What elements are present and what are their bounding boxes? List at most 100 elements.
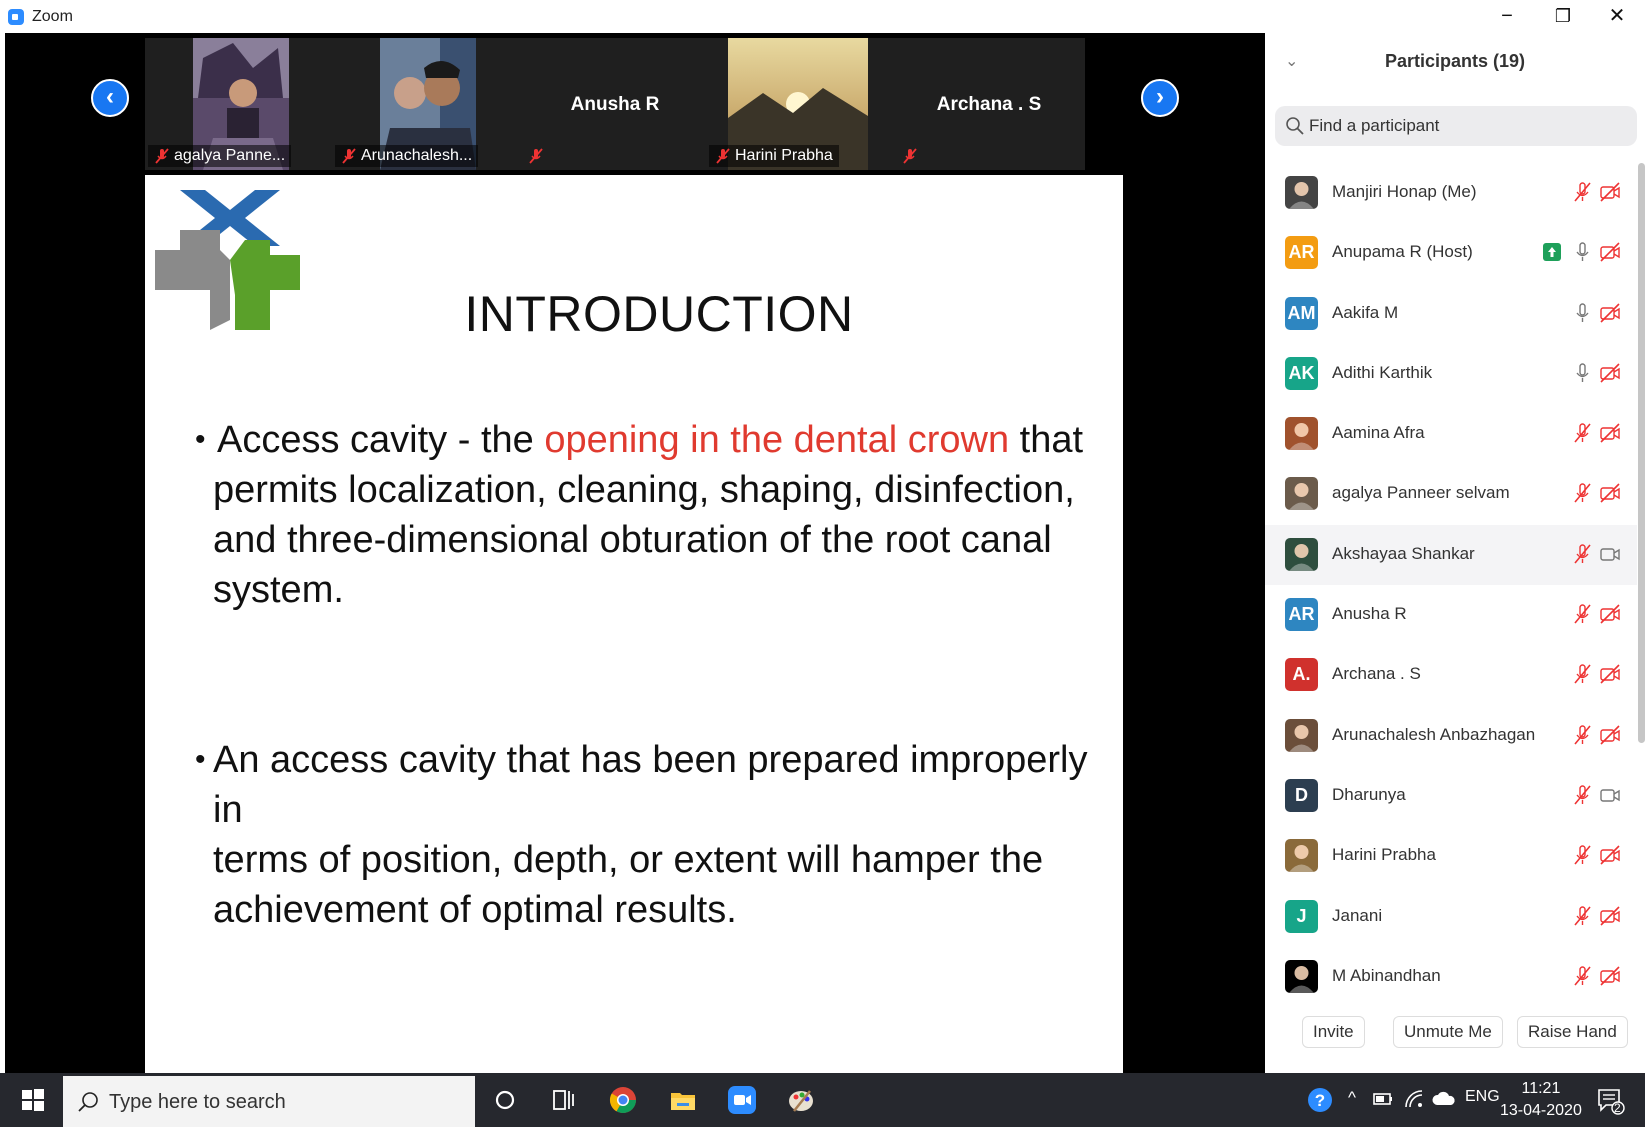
raise-hand-button[interactable]: Raise Hand [1517,1016,1628,1048]
muted-mic-icon [903,148,917,164]
video-off-icon[interactable] [1598,964,1622,988]
mic-icon[interactable] [1570,240,1594,264]
participant-row[interactable]: AR Anusha R [1265,585,1637,645]
participant-row[interactable]: Arunachalesh Anbazhagan [1265,706,1637,766]
zoom-taskbar-icon[interactable] [727,1085,757,1115]
muted-mic-icon[interactable] [1570,602,1594,626]
participant-avatar [1285,537,1318,571]
video-off-icon[interactable] [1598,180,1622,204]
participant-row[interactable]: AM Aakifa M [1265,284,1637,344]
taskbar-clock[interactable]: 11:21 13-04-2020 [1500,1078,1582,1122]
participant-row[interactable]: AK Adithi Karthik [1265,344,1637,404]
show-hidden-icons-chevron[interactable]: ^ [1348,1088,1356,1108]
action-center-icon[interactable] [1596,1086,1626,1116]
cortana-icon[interactable] [490,1085,520,1115]
slide-bullet-2: • An access cavity that has been prepare… [195,739,1088,931]
onedrive-cloud-icon[interactable] [1432,1089,1456,1109]
prev-videos-arrow-icon[interactable]: ‹ [91,79,129,117]
participant-name: Archana . S [1332,664,1421,684]
video-off-icon[interactable] [1598,421,1622,445]
participant-name: agalya Panneer selvam [1332,483,1510,503]
windows-start-icon[interactable] [22,1089,44,1111]
participant-avatar [1285,959,1318,993]
participant-row[interactable]: Akshayaa Shankar [1265,524,1637,586]
participant-name-tag [896,145,922,167]
muted-mic-icon [342,148,356,164]
restore-button[interactable]: ❐ [1540,2,1586,30]
video-off-icon[interactable] [1598,361,1622,385]
help-tray-icon[interactable]: ? [1306,1086,1334,1114]
taskbar-search [63,1076,475,1127]
participant-row[interactable]: Aamina Afra [1265,404,1637,464]
participant-avatar [1285,718,1318,752]
taskbar-search-input[interactable] [109,1086,459,1118]
participant-row[interactable]: AR Anupama R (Host) [1265,223,1637,283]
minimize-button[interactable]: − [1484,2,1530,30]
task-view-icon[interactable] [548,1085,578,1115]
participant-search-input[interactable] [1309,111,1619,141]
video-tile[interactable]: Archana . S [893,38,1085,170]
participant-name: Harini Prabha [1332,845,1436,865]
chrome-icon[interactable] [608,1085,638,1115]
participant-row[interactable]: A. Archana . S [1265,645,1637,705]
muted-mic-icon[interactable] [1570,180,1594,204]
invite-button[interactable]: Invite [1302,1016,1365,1048]
video-off-icon[interactable] [1598,301,1622,325]
participant-name: Anusha R [570,94,660,115]
video-off-icon[interactable] [1598,723,1622,747]
wifi-icon[interactable] [1403,1088,1425,1110]
muted-mic-icon[interactable] [1570,481,1594,505]
participant-name: Archana . S [936,94,1042,115]
muted-mic-icon[interactable] [1570,904,1594,928]
participant-avatar: AR [1285,598,1318,632]
video-off-icon[interactable] [1598,904,1622,928]
file-explorer-icon[interactable] [668,1085,698,1115]
participant-avatar: A. [1285,658,1318,692]
video-off-icon[interactable] [1598,843,1622,867]
video-off-icon[interactable] [1598,240,1622,264]
participant-row[interactable]: M Abinandhan [1265,947,1637,1007]
close-button[interactable]: ✕ [1594,2,1640,30]
video-tile[interactable]: Harini Prabha [706,38,898,170]
participant-row[interactable]: agalya Panneer selvam [1265,464,1637,524]
video-tile[interactable]: agalya Panne... [145,38,337,170]
participant-avatar: J [1285,899,1318,933]
highlighted-text: opening in the dental crown [544,419,1010,461]
participant-row[interactable]: Manjiri Honap (Me) [1265,163,1637,223]
video-strip: agalya Panne... Arunachalesh... Anusha R… [145,38,1130,173]
muted-mic-icon[interactable] [1570,783,1594,807]
video-tile[interactable]: Arunachalesh... [332,38,524,170]
video-off-icon[interactable] [1598,481,1622,505]
unmute-me-button[interactable]: Unmute Me [1393,1016,1503,1048]
muted-mic-icon [716,148,730,164]
participant-name-tag: Harini Prabha [709,145,839,167]
video-icon[interactable] [1598,783,1622,807]
participant-name: Anusha R [1332,604,1407,624]
window-title: Zoom [32,8,73,25]
battery-icon[interactable] [1372,1088,1394,1110]
muted-mic-icon[interactable] [1570,662,1594,686]
muted-mic-icon[interactable] [1570,542,1594,566]
muted-mic-icon[interactable] [1570,723,1594,747]
mic-icon[interactable] [1570,361,1594,385]
video-off-icon[interactable] [1598,602,1622,626]
participant-list-scrollbar[interactable] [1638,163,1645,743]
video-icon[interactable] [1598,542,1622,566]
participant-row[interactable]: J Janani [1265,887,1637,947]
next-videos-arrow-icon[interactable]: › [1141,79,1179,117]
search-icon [1286,117,1304,135]
video-off-icon[interactable] [1598,662,1622,686]
paint-icon[interactable] [786,1085,816,1115]
zoom-app-icon [8,9,24,25]
participant-avatar: AK [1285,356,1318,390]
participant-row[interactable]: Harini Prabha [1265,826,1637,886]
muted-mic-icon[interactable] [1570,421,1594,445]
video-tile[interactable]: Anusha R [519,38,711,170]
mic-icon[interactable] [1570,301,1594,325]
participant-row[interactable]: D Dharunya [1265,766,1637,826]
language-indicator[interactable]: ENG [1465,1088,1500,1106]
muted-mic-icon[interactable] [1570,964,1594,988]
participant-avatar [1285,417,1318,451]
windows-taskbar: ? ^ ENG 11:21 13-04-2020 2 [0,1073,1645,1127]
muted-mic-icon[interactable] [1570,843,1594,867]
